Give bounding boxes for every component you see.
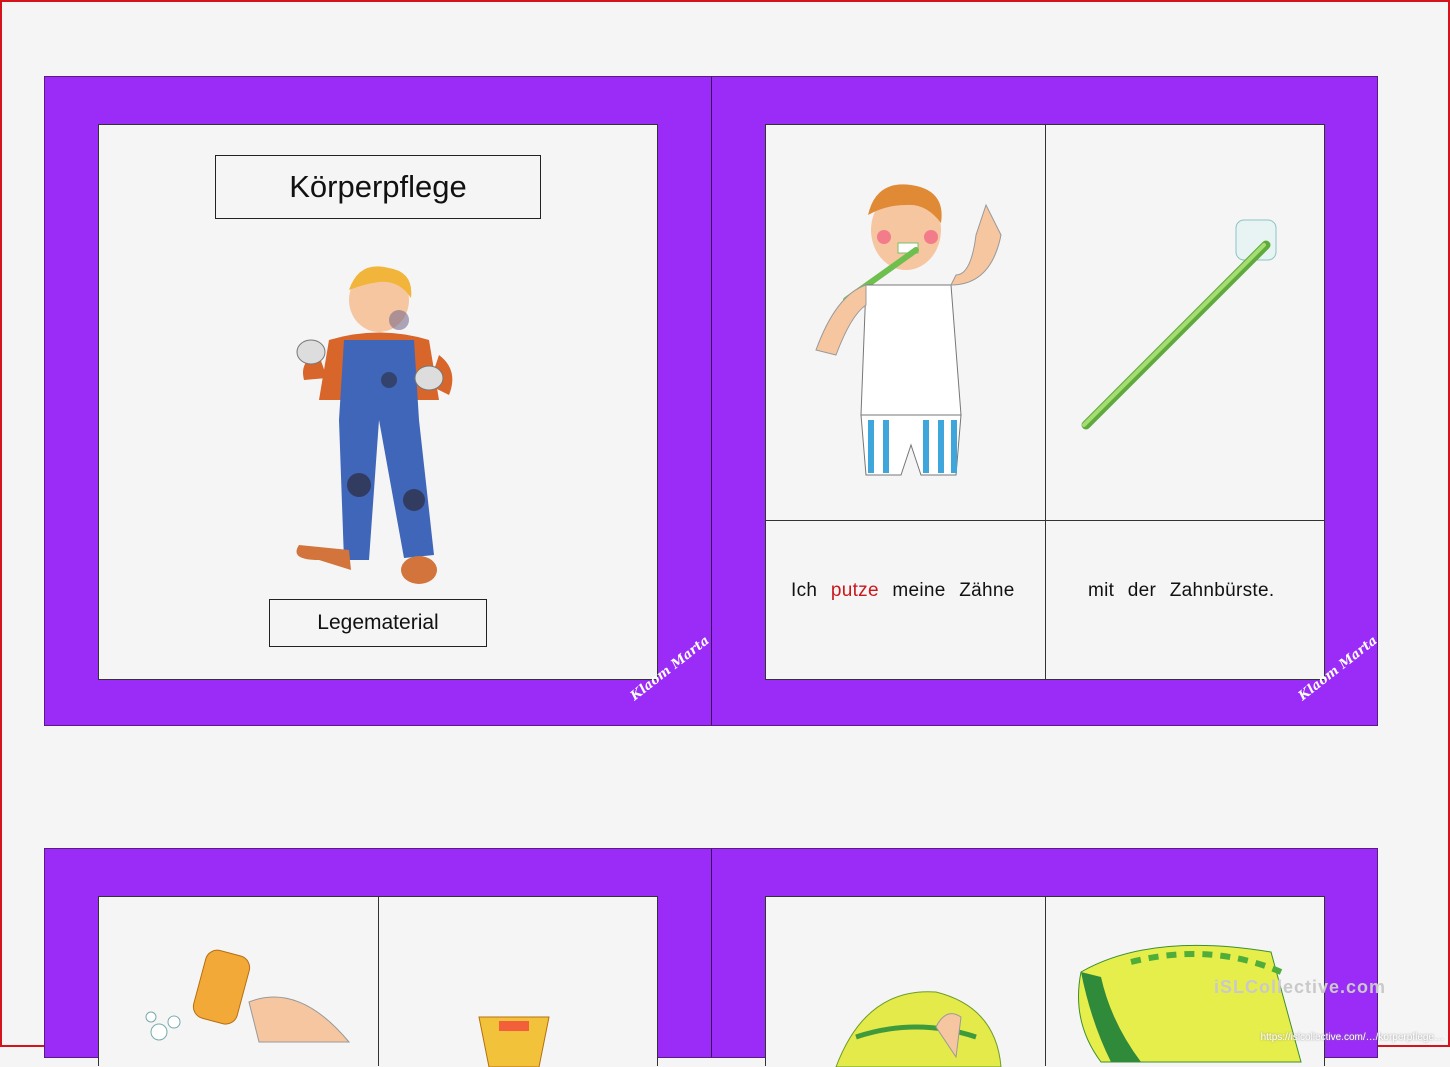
cover-subtitle: Legematerial — [317, 611, 439, 634]
sentence-right: mit der Zahnbürste. — [1088, 580, 1275, 601]
cover-title: Körperpflege — [289, 169, 467, 204]
bottom-card-right: iSLCollective.com — [765, 896, 1385, 1067]
bottom-card-left — [98, 896, 658, 1067]
cover-card: Körperpflege Legematerial — [98, 124, 658, 680]
dirty-boy-illustration — [296, 266, 453, 584]
sentence-word-subject: Ich — [791, 580, 818, 601]
cover-title-box: Körperpflege — [215, 155, 541, 219]
watermark: iSLCollective.com — [1214, 977, 1387, 997]
hands-washing-illustration — [145, 949, 351, 1043]
bottom-right-vertical-line — [1045, 897, 1046, 1066]
card-divider-bottom — [711, 849, 712, 1057]
boy-with-towel-illustration — [835, 991, 1002, 1067]
card-row-bottom: iSLCollective.com — [44, 848, 1385, 1067]
sentence-object: meine Zähne — [892, 580, 1015, 601]
sentence-verb: putze — [830, 580, 879, 601]
card-row-top: Körperpflege Legematerial Klaom Marta Ic… — [44, 76, 1380, 726]
boy-brushing-teeth-illustration — [815, 184, 1002, 476]
sentence-left: Ich putze meine Zähne — [791, 580, 1015, 602]
cover-subtitle-box: Legematerial — [269, 599, 487, 647]
toothbrush-illustration — [1081, 219, 1277, 430]
bottom-left-vertical-line — [378, 897, 379, 1066]
bowl-illustration — [478, 1016, 550, 1067]
brushing-card-horizontal-line — [766, 520, 1324, 521]
card-divider — [711, 77, 712, 725]
brushing-card-vertical-line — [1045, 125, 1046, 679]
footer-url: https://islcollective.com/…/korperpflege… — [1260, 1032, 1444, 1043]
brushing-card: Ich putze meine Zähne mit der Zahnbürste… — [765, 124, 1325, 680]
